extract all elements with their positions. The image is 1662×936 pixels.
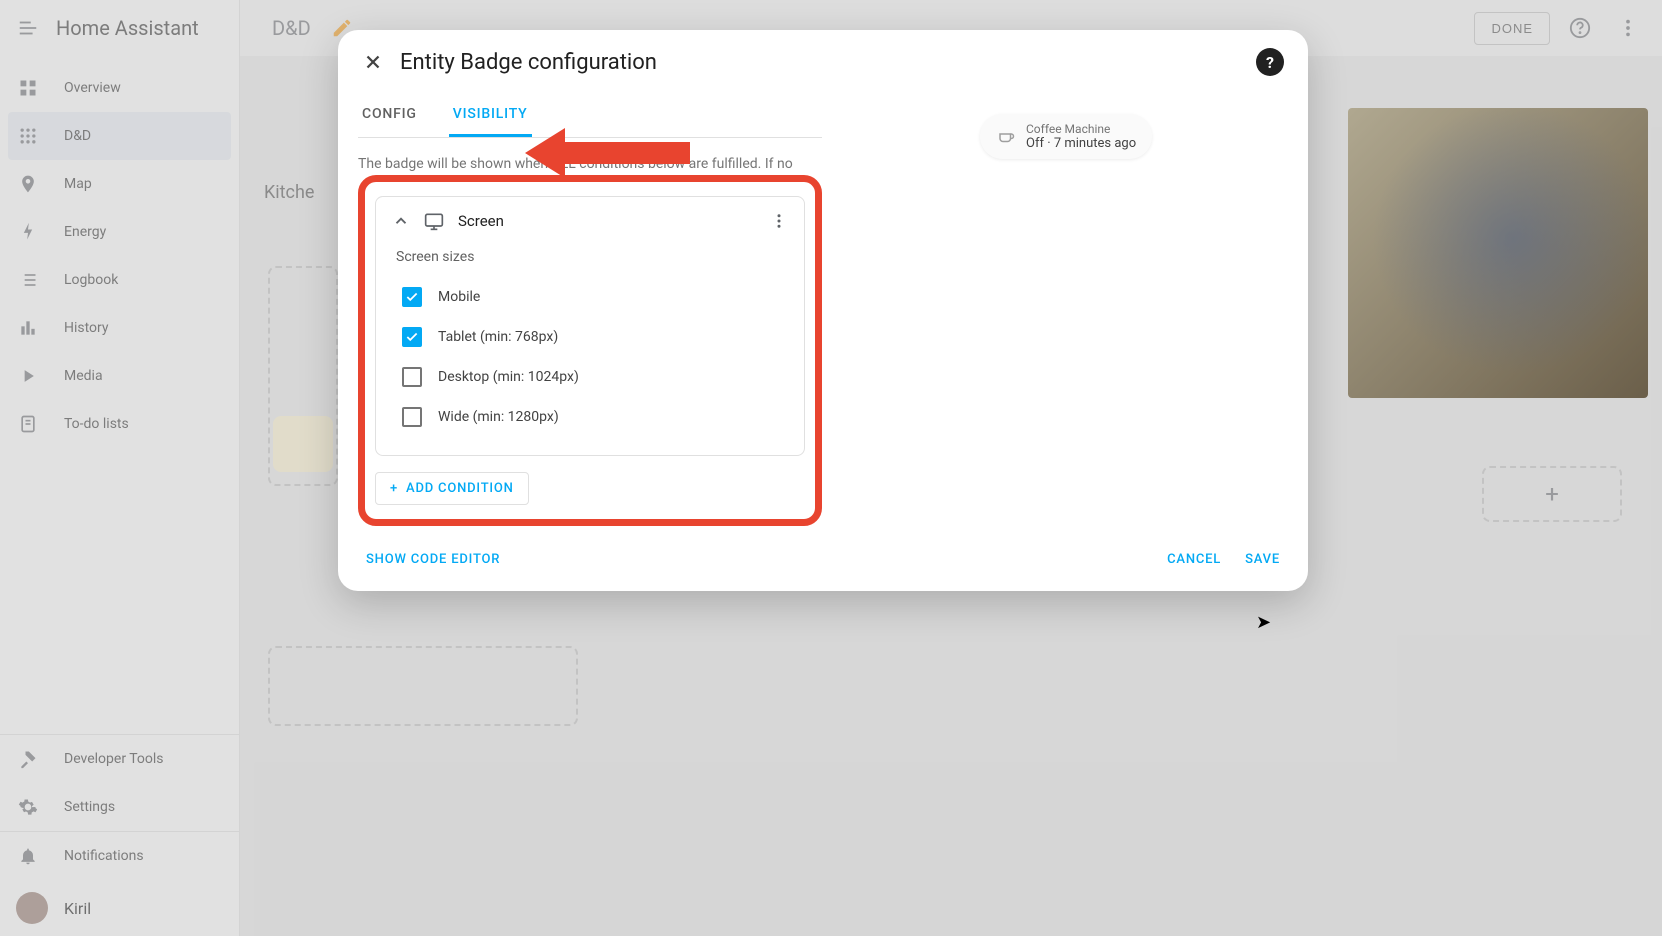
add-condition-button[interactable]: + ADD CONDITION: [375, 472, 529, 505]
webcam-overlay: [1348, 108, 1648, 398]
checkbox-row-wide[interactable]: Wide (min: 1280px): [396, 397, 784, 437]
cursor-icon: ➤: [1256, 612, 1271, 633]
checkbox-row-desktop[interactable]: Desktop (min: 1024px): [396, 357, 784, 397]
preview-badge: Coffee Machine Off · 7 minutes ago: [980, 114, 1152, 159]
dialog-header: Entity Badge configuration ?: [338, 30, 1308, 94]
screen-sizes-label: Screen sizes: [396, 249, 784, 265]
checkbox-mobile[interactable]: [402, 287, 422, 307]
show-code-button[interactable]: SHOW CODE EDITOR: [366, 552, 500, 567]
checkbox-row-mobile[interactable]: Mobile: [396, 277, 784, 317]
monitor-icon: [424, 211, 444, 231]
cancel-button[interactable]: CANCEL: [1167, 552, 1221, 567]
coffee-icon: [996, 127, 1016, 147]
condition-header[interactable]: Screen: [376, 197, 804, 245]
tab-config[interactable]: CONFIG: [358, 94, 421, 137]
dialog-title: Entity Badge configuration: [400, 50, 657, 75]
checkbox-wide[interactable]: [402, 407, 422, 427]
checkbox-label: Mobile: [438, 289, 480, 305]
checkbox-tablet[interactable]: [402, 327, 422, 347]
badge-entity-name: Coffee Machine: [1026, 122, 1136, 136]
highlight-annotation: Screen Screen sizes Mobile Tablet (min: …: [358, 175, 822, 526]
checkbox-row-tablet[interactable]: Tablet (min: 768px): [396, 317, 784, 357]
close-icon[interactable]: [362, 51, 384, 73]
config-dialog: Entity Badge configuration ? CONFIG VISI…: [338, 30, 1308, 591]
save-button[interactable]: SAVE: [1245, 552, 1280, 567]
checkbox-label: Tablet (min: 768px): [438, 329, 558, 345]
visibility-help-text: The badge will be shown when ALL conditi…: [358, 154, 822, 175]
condition-card: Screen Screen sizes Mobile Tablet (min: …: [375, 196, 805, 456]
condition-menu-icon[interactable]: [770, 212, 788, 230]
checkbox-desktop[interactable]: [402, 367, 422, 387]
badge-entity-state: Off · 7 minutes ago: [1026, 136, 1136, 151]
tab-visibility[interactable]: VISIBILITY: [449, 94, 532, 137]
add-condition-label: ADD CONDITION: [406, 481, 514, 496]
dialog-help-icon[interactable]: ?: [1256, 48, 1284, 76]
checkbox-label: Desktop (min: 1024px): [438, 369, 579, 385]
chevron-up-icon: [392, 212, 410, 230]
condition-title: Screen: [458, 212, 504, 230]
dialog-footer: SHOW CODE EDITOR CANCEL SAVE: [338, 544, 1308, 567]
tab-bar: CONFIG VISIBILITY: [358, 94, 822, 138]
checkbox-label: Wide (min: 1280px): [438, 409, 559, 425]
plus-icon: +: [390, 481, 398, 496]
